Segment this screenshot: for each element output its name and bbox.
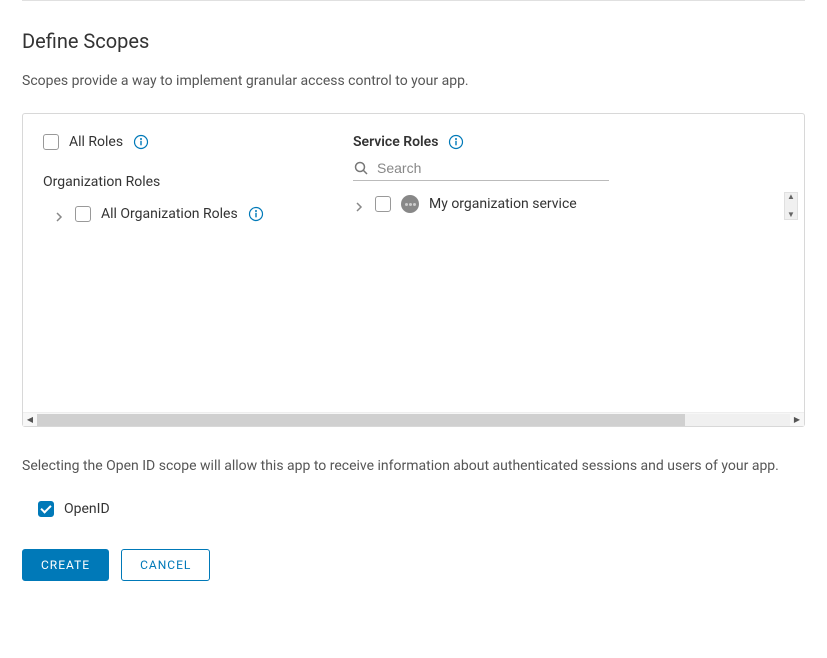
horizontal-scrollbar[interactable]: ◀ ▶ bbox=[23, 412, 804, 426]
chevron-right-icon[interactable] bbox=[53, 208, 65, 220]
scroll-right-arrow[interactable]: ▶ bbox=[790, 413, 804, 427]
openid-label: OpenID bbox=[64, 501, 110, 517]
create-button[interactable]: CREATE bbox=[22, 549, 109, 581]
cancel-button[interactable]: CANCEL bbox=[121, 549, 210, 581]
scroll-track[interactable] bbox=[37, 414, 790, 426]
service-label: My organization service bbox=[429, 196, 577, 212]
openid-description: Selecting the Open ID scope will allow t… bbox=[22, 455, 805, 477]
scroll-down-arrow[interactable]: ▼ bbox=[787, 211, 795, 219]
org-roles-heading: Organization Roles bbox=[43, 174, 353, 190]
service-checkbox[interactable] bbox=[375, 196, 391, 212]
vertical-scrollbar[interactable]: ▲ ▼ bbox=[784, 192, 798, 220]
scopes-description: Scopes provide a way to implement granul… bbox=[22, 73, 805, 89]
scroll-left-arrow[interactable]: ◀ bbox=[23, 413, 37, 427]
page-heading: Define Scopes bbox=[22, 29, 805, 53]
all-org-roles-checkbox[interactable] bbox=[75, 206, 91, 222]
scroll-thumb[interactable] bbox=[37, 414, 685, 426]
search-icon bbox=[353, 160, 369, 176]
scroll-up-arrow[interactable]: ▲ bbox=[787, 193, 795, 201]
info-icon[interactable] bbox=[448, 134, 464, 150]
all-roles-label: All Roles bbox=[69, 134, 123, 150]
chevron-right-icon[interactable] bbox=[353, 198, 365, 210]
all-org-roles-label: All Organization Roles bbox=[101, 206, 238, 222]
scopes-panel: All Roles Organization Roles All Organiz… bbox=[22, 113, 805, 427]
service-roles-heading: Service Roles bbox=[353, 134, 438, 150]
all-roles-checkbox[interactable] bbox=[43, 134, 59, 150]
info-icon[interactable] bbox=[133, 134, 149, 150]
openid-checkbox[interactable] bbox=[38, 501, 54, 517]
search-field[interactable] bbox=[353, 160, 609, 181]
service-icon bbox=[401, 195, 419, 213]
info-icon[interactable] bbox=[248, 206, 264, 222]
search-input[interactable] bbox=[377, 160, 609, 176]
